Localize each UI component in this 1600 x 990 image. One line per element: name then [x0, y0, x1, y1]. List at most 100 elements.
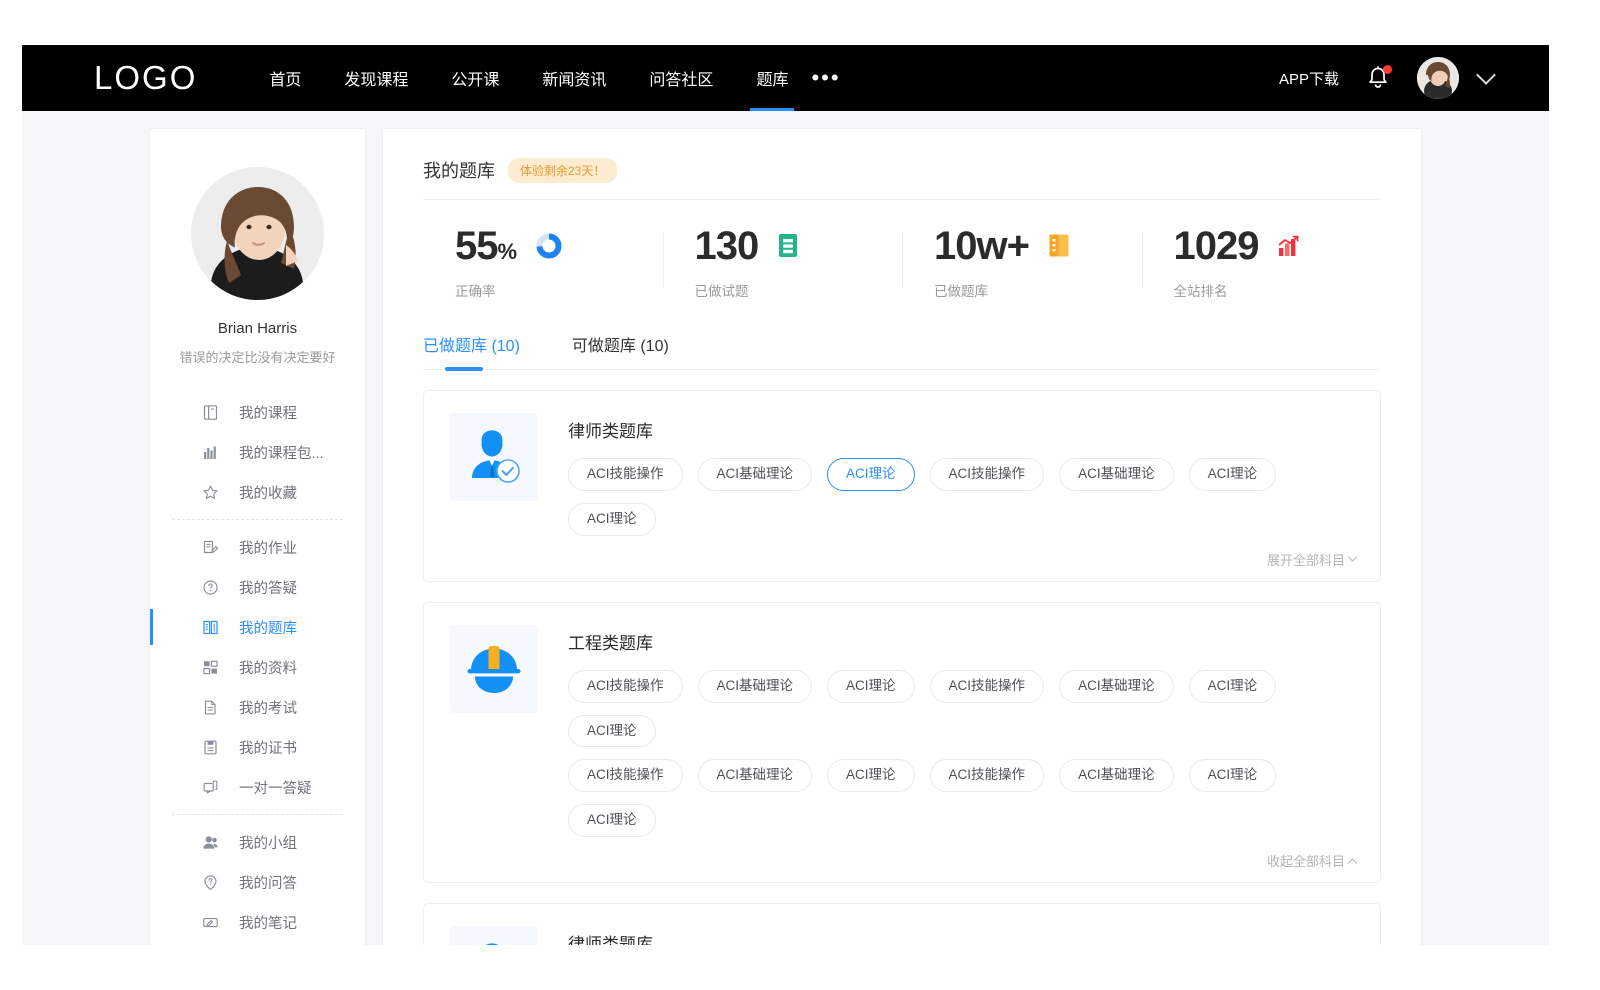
- panel-header: 我的题库 体验剩余23天！: [423, 157, 1381, 200]
- stat-value: 1029: [1174, 226, 1259, 266]
- stat-card-3: 1029 全站排名: [1142, 226, 1382, 300]
- sidebar-item-label: 一对一答疑: [239, 777, 312, 798]
- sidebar-item-11[interactable]: 我的问答: [150, 862, 365, 902]
- sidebar-item-label: 我的资料: [239, 657, 297, 678]
- sidebar-item-2[interactable]: 我的收藏: [150, 472, 365, 512]
- sidebar-item-label: 我的作业: [239, 537, 297, 558]
- stat-suffix: %: [498, 239, 517, 264]
- chevron-up-icon: [1348, 858, 1358, 868]
- subject-chip-row: ACI技能操作 ACI基础理论 ACI理论 ACI技能操作 ACI基础理论 ACI理论 AC…: [568, 458, 1356, 536]
- stat-value-row: 55%: [455, 226, 663, 266]
- sidebar-item-5[interactable]: 我的题库: [150, 607, 365, 647]
- subject-chip[interactable]: ACI技能操作: [930, 759, 1045, 792]
- chevron-down-icon: [1348, 551, 1358, 561]
- sidebar-item-7[interactable]: 我的考试: [150, 687, 365, 727]
- subject-chip[interactable]: ACI理论: [827, 458, 915, 491]
- user-avatar[interactable]: [1417, 57, 1459, 99]
- nav-item-1[interactable]: 发现课程: [344, 45, 408, 111]
- lawyer-icon: [450, 926, 538, 945]
- subject-chip[interactable]: ACI基础理论: [1059, 458, 1174, 491]
- card-title: 律师类题库: [568, 417, 1356, 442]
- question-bank-icon: [202, 619, 219, 636]
- exam-doc-icon: [202, 699, 219, 716]
- sidebar-item-label: 我的问答: [239, 872, 297, 893]
- question-bank-card: 律师类题库ACI技能操作ACI基础理论ACI理论ACI技能操作ACI基础理论AC…: [423, 903, 1381, 945]
- stat-number: 1029: [1174, 224, 1259, 268]
- tab-0[interactable]: 已做题库 (10): [423, 332, 520, 356]
- nav-item-0[interactable]: 首页: [269, 45, 301, 111]
- nav-item-2[interactable]: 公开课: [451, 45, 499, 111]
- subject-chip[interactable]: ACI技能操作: [568, 670, 683, 703]
- stat-number: 10w+: [934, 224, 1029, 268]
- subject-chip[interactable]: ACI理论: [827, 670, 915, 703]
- sidebar-item-1[interactable]: 我的课程包...: [150, 432, 365, 472]
- subject-chip[interactable]: ACI理论: [1189, 759, 1277, 792]
- sidebar-item-9[interactable]: 一对一答疑: [150, 767, 365, 807]
- list-doc-icon: [776, 232, 800, 260]
- subject-chip-row: ACI技能操作 ACI基础理论 ACI理论 ACI技能操作 ACI基础理论 ACI理论 AC…: [568, 670, 1356, 748]
- sidebar-item-12[interactable]: 我的笔记: [150, 902, 365, 942]
- sidebar-item-label: 我的题库: [239, 617, 297, 638]
- tab-1[interactable]: 可做题库 (10): [572, 332, 669, 356]
- toggle-subjects-link[interactable]: 展开全部科目: [1267, 550, 1356, 569]
- app-download-link[interactable]: APP下载: [1279, 68, 1339, 89]
- sidebar-item-label: 我的考试: [239, 697, 297, 718]
- card-body: 工程类题库ACI技能操作ACI基础理论ACI理论ACI技能操作ACI基础理论AC…: [568, 625, 1356, 870]
- user-menu-chevron-down-icon[interactable]: [1476, 65, 1496, 85]
- nav-more-icon[interactable]: •••: [811, 73, 840, 83]
- subject-chip[interactable]: ACI技能操作: [568, 458, 683, 491]
- stat-label: 已做题库: [934, 280, 1142, 300]
- stat-label: 全站排名: [1174, 280, 1382, 300]
- subject-chip[interactable]: ACI理论: [1189, 670, 1277, 703]
- subject-chip[interactable]: ACI理论: [568, 804, 656, 837]
- subject-chip[interactable]: ACI基础理论: [698, 670, 813, 703]
- chat-bubbles-icon: [202, 779, 219, 796]
- subject-chip[interactable]: ACI技能操作: [930, 670, 1045, 703]
- toggle-subjects-link[interactable]: 收起全部科目: [1267, 851, 1356, 870]
- nav-item-5[interactable]: 题库: [756, 45, 788, 111]
- profile-avatar: [191, 167, 324, 300]
- sidebar-item-label: 我的证书: [239, 737, 297, 758]
- sidebar-item-0[interactable]: 我的课程: [150, 392, 365, 432]
- subject-chip[interactable]: ACI理论: [827, 759, 915, 792]
- sidebar-item-label: 我的课程包...: [239, 442, 324, 463]
- notification-bell-icon[interactable]: [1367, 66, 1389, 90]
- stat-value: 130: [695, 226, 759, 266]
- sidebar-item-10[interactable]: 我的小组: [150, 822, 365, 862]
- donut-chart-icon: [534, 231, 564, 261]
- stat-card-2: 10w+ 已做题库: [902, 226, 1142, 300]
- stat-card-1: 130 已做试题: [663, 226, 903, 300]
- subject-chip[interactable]: ACI基础理论: [1059, 670, 1174, 703]
- engineer-helmet-icon: [450, 625, 538, 713]
- content-tabs: 已做题库 (10) 可做题库 (10): [423, 332, 1381, 370]
- subject-chip[interactable]: ACI技能操作: [568, 759, 683, 792]
- sidebar-item-3[interactable]: 我的作业: [150, 527, 365, 567]
- site-logo[interactable]: LOGO: [94, 59, 197, 97]
- sidebar-item-label: 我的答疑: [239, 577, 297, 598]
- profile-name: Brian Harris: [150, 320, 365, 337]
- card-title: 律师类题库: [568, 930, 1356, 945]
- subject-chip[interactable]: ACI理论: [568, 715, 656, 748]
- subject-chip[interactable]: ACI理论: [1189, 458, 1277, 491]
- stat-value-row: 1029: [1174, 226, 1382, 266]
- sidebar-divider: [172, 519, 343, 520]
- nav-item-3[interactable]: 新闻资讯: [542, 45, 606, 111]
- nav-item-4[interactable]: 问答社区: [649, 45, 713, 111]
- subject-chip[interactable]: ACI技能操作: [930, 458, 1045, 491]
- sidebar-item-8[interactable]: 我的证书: [150, 727, 365, 767]
- main-panel: 我的题库 体验剩余23天！ 55% 正确率 130 已做试题 10w+ 已做题: [383, 129, 1421, 945]
- stat-number: 55: [455, 224, 498, 268]
- subject-chip[interactable]: ACI基础理论: [1059, 759, 1174, 792]
- open-book-icon: [1047, 232, 1071, 260]
- question-circle-icon: [202, 579, 219, 596]
- sidebar-item-4[interactable]: 我的答疑: [150, 567, 365, 607]
- subject-chip[interactable]: ACI基础理论: [698, 759, 813, 792]
- subject-chip[interactable]: ACI基础理论: [698, 458, 813, 491]
- sidebar-menu: 我的课程我的课程包... 我的收藏我的作业我的答疑我的题库我的资料我的考试我的证书…: [150, 392, 365, 945]
- card-body: 律师类题库ACI技能操作ACI基础理论ACI理论ACI技能操作ACI基础理论AC…: [568, 926, 1356, 945]
- qa-pin-icon: [202, 874, 219, 891]
- bars-icon: [202, 444, 219, 461]
- stat-number: 130: [695, 224, 759, 268]
- sidebar-item-6[interactable]: 我的资料: [150, 647, 365, 687]
- subject-chip[interactable]: ACI理论: [568, 503, 656, 536]
